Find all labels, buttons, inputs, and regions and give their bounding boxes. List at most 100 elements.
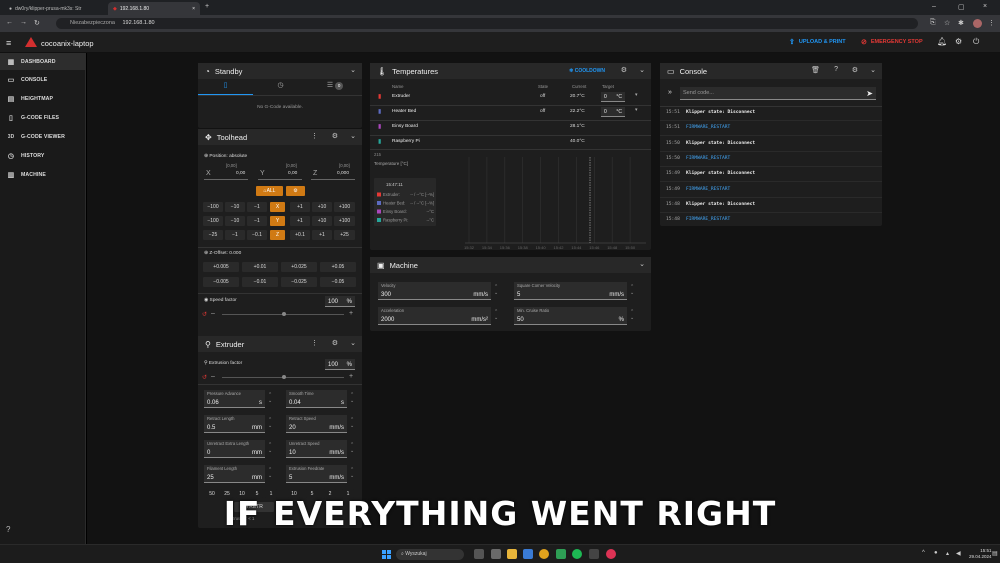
home-all-button[interactable]: ⌂ ALL — [256, 186, 283, 196]
field-stepper[interactable]: ⌃ ⌄ — [350, 417, 354, 429]
field-stepper[interactable]: ⌃ ⌄ — [268, 442, 272, 454]
upload-print-button[interactable]: ⇪ UPLOAD & PRINT — [789, 38, 846, 46]
spotify-icon[interactable] — [572, 549, 582, 559]
field-stepper[interactable]: ⌃ ⌄ — [350, 467, 354, 479]
extruder-field[interactable]: Extrusion Feedrate 5 mm/s — [286, 465, 347, 483]
machine-field[interactable]: Acceleration 2000 mm/s² — [378, 307, 491, 325]
field-stepper[interactable]: ⌃ ⌄ — [268, 417, 272, 429]
zoffset-up-button[interactable]: +0.025 — [281, 262, 317, 272]
bookmark-icon[interactable]: ☆ — [944, 19, 950, 27]
extruder-field[interactable]: Pressure Advance 0.06 s — [204, 390, 265, 408]
console-command[interactable]: FIRMWARE_RESTART — [686, 217, 730, 222]
power-icon[interactable]: ⏻ — [973, 37, 979, 47]
zoffset-down-button[interactable]: −0.05 — [320, 277, 356, 287]
sidebar-item-gcode-files[interactable]: ▯ G-CODE FILES — [0, 109, 86, 126]
zoffset-up-button[interactable]: +0.05 — [320, 262, 356, 272]
task-view-icon[interactable] — [474, 549, 484, 559]
profile-avatar[interactable] — [973, 19, 982, 28]
taskbar-search[interactable]: ⌕ Wyszukaj — [396, 549, 464, 560]
more-menu-icon[interactable]: ⋮ — [311, 339, 318, 347]
field-stepper[interactable]: ⌃ ⌄ — [268, 392, 272, 404]
close-window-button[interactable]: × — [983, 3, 987, 10]
sidebar-item-heightmap[interactable]: ▤ HEIGHTMAP — [0, 90, 86, 107]
zoffset-down-button[interactable]: −0.005 — [203, 277, 239, 287]
reload-icon[interactable]: ↻ — [34, 19, 40, 27]
translate-icon[interactable]: ⎘ — [930, 19, 936, 27]
jog-button[interactable]: −1 — [247, 202, 267, 212]
decrease-speed-icon[interactable]: – — [211, 310, 215, 317]
clock[interactable]: 15:51 29.04.2024 — [969, 548, 992, 560]
jog-button[interactable]: −25 — [203, 230, 223, 240]
terminal-icon[interactable] — [589, 549, 599, 559]
motors-off-button[interactable]: ⚙ — [286, 186, 305, 196]
forward-icon[interactable]: → — [20, 19, 27, 26]
extruder-field[interactable]: Filament Length 25 mm — [204, 465, 265, 483]
increase-extrusion-icon[interactable]: + — [349, 373, 353, 380]
heater-target-field[interactable]: 0 °C — [601, 107, 625, 117]
help-icon[interactable]: ? — [834, 66, 838, 73]
store-icon[interactable] — [523, 549, 533, 559]
back-icon[interactable]: ← — [6, 19, 13, 26]
browser-tab-klipper[interactable]: ◆ 192.168.1.80 × — [108, 2, 200, 15]
notification-center-icon[interactable]: ▤ — [992, 550, 998, 557]
jog-button[interactable]: −10 — [225, 202, 245, 212]
field-stepper[interactable]: ⌃ ⌄ — [494, 309, 498, 321]
collapse-icon[interactable]: ⌄ — [350, 66, 356, 74]
extrusion-factor-field[interactable]: 100 % — [325, 359, 355, 370]
jog-button[interactable]: −10 — [225, 216, 245, 226]
speed-slider-thumb[interactable] — [282, 312, 286, 316]
settings-icon[interactable]: ⚙ — [332, 132, 338, 140]
tray-chevron-icon[interactable]: ^ — [922, 550, 925, 556]
increase-speed-icon[interactable]: + — [349, 310, 353, 317]
extruder-field[interactable]: Unretract Extra Length 0 mm — [204, 440, 265, 458]
extruder-field[interactable]: Retract Length 0.5 mm — [204, 415, 265, 433]
clear-console-icon[interactable]: 🗑︎ — [811, 66, 820, 74]
menu-toggle-icon[interactable]: ≡ — [6, 38, 11, 48]
cooldown-button[interactable]: ❄ COOLDOWN — [569, 68, 605, 74]
emergency-stop-button[interactable]: ⊘ EMERGENCY STOP — [861, 38, 923, 46]
url-field[interactable]: Niezabezpieczona 192.168.1.80 — [56, 18, 918, 29]
collapse-icon[interactable]: ⌄ — [350, 339, 356, 347]
field-stepper[interactable]: ⌃ ⌄ — [350, 442, 354, 454]
collapse-icon[interactable]: ⌄ — [870, 66, 876, 74]
settings-icon[interactable]: ⚙ — [621, 66, 627, 74]
jog-button[interactable]: +1 — [290, 202, 310, 212]
field-stepper[interactable]: ⌃ ⌄ — [494, 284, 498, 296]
volume-icon[interactable]: ◀ — [956, 550, 961, 557]
console-command[interactable]: FIRMWARE_RESTART — [686, 125, 730, 130]
browser-tab-github[interactable]: ● dw0ry/klipper-prusa-mk3s: Str — [4, 2, 104, 15]
more-menu-icon[interactable]: ⋮ — [311, 132, 318, 140]
heater-target-field[interactable]: 0 °C — [601, 92, 625, 102]
maximize-button[interactable]: ▢ — [958, 3, 965, 11]
collapse-icon[interactable]: ⌄ — [639, 66, 645, 74]
minimize-button[interactable]: – — [932, 3, 936, 10]
tab-files[interactable]: ▯ — [198, 81, 253, 95]
sidebar-item-gcode-viewer[interactable]: 3D G-CODE VIEWER — [0, 128, 86, 145]
jog-button[interactable]: +0.1 — [290, 230, 310, 240]
collapse-icon[interactable]: ⌄ — [350, 132, 356, 140]
machine-field[interactable]: Velocity 300 mm/s — [378, 282, 491, 300]
decrease-extrusion-icon[interactable]: – — [211, 373, 215, 380]
jog-button[interactable]: −100 — [203, 202, 223, 212]
jog-button[interactable]: −0.1 — [247, 230, 267, 240]
settings-icon[interactable]: ⚙ — [332, 339, 338, 347]
jog-button[interactable]: +1 — [290, 216, 310, 226]
file-explorer-icon[interactable] — [507, 549, 517, 559]
send-icon[interactable]: ➤ — [866, 89, 873, 98]
preset-dropdown-icon[interactable]: ▾ — [635, 93, 637, 98]
field-stepper[interactable]: ⌃ ⌄ — [268, 467, 272, 479]
field-stepper[interactable]: ⌃ ⌄ — [630, 309, 634, 321]
browser-menu-icon[interactable]: ⋮ — [988, 19, 995, 27]
notifications-icon[interactable]: 🔔︎ — [937, 37, 947, 46]
jog-button[interactable]: −100 — [203, 216, 223, 226]
jog-button[interactable]: +25 — [334, 230, 355, 240]
jog-button[interactable]: +10 — [312, 202, 332, 212]
command-history-icon[interactable]: » — [668, 89, 672, 96]
sidebar-item-dashboard[interactable]: ▦ DASHBOARD — [0, 53, 86, 70]
zoffset-down-button[interactable]: −0.01 — [242, 277, 278, 287]
extrusion-slider-thumb[interactable] — [282, 375, 286, 379]
sidebar-item-history[interactable]: ◷ HISTORY — [0, 147, 86, 164]
field-stepper[interactable]: ⌃ ⌄ — [630, 284, 634, 296]
network-icon[interactable]: ▴ — [946, 550, 949, 557]
console-command[interactable]: FIRMWARE_RESTART — [686, 156, 730, 161]
